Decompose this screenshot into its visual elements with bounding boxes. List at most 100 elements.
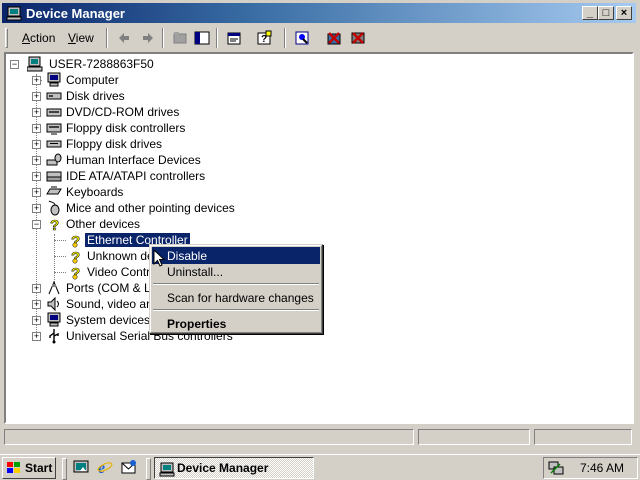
up-folder-icon[interactable] [170, 28, 190, 48]
root-label: USER-7288863F50 [49, 57, 154, 71]
close-button[interactable]: × [616, 6, 632, 20]
device-manager-icon [159, 462, 175, 477]
tree-item-label: System devices [66, 313, 151, 327]
status-panel-3 [534, 429, 632, 445]
tree-root[interactable]: − USER-7288863F50 [10, 56, 210, 72]
taskbar-button-device-manager[interactable]: Device Manager [154, 457, 314, 479]
tree-item-mice[interactable]: + Mice and other pointing devices [28, 200, 248, 216]
disable-icon[interactable] [348, 28, 368, 48]
status-panel-2 [418, 429, 530, 445]
expand-toggle[interactable]: + [32, 188, 41, 197]
device-tree[interactable]: − USER-7288863F50 + Computer + Disk driv… [4, 52, 634, 424]
menu-item-disable[interactable]: Disable [152, 247, 320, 264]
forward-arrow-icon[interactable] [138, 28, 158, 48]
toolbar-grip[interactable] [5, 28, 8, 48]
warning-device-icon: ? [71, 233, 81, 248]
outlook-express-icon[interactable] [121, 459, 137, 475]
device-manager-window: Device Manager _ □ × Action View ? − USE… [0, 0, 640, 452]
toolbar: Action View ? [2, 25, 636, 51]
show-hide-tree-icon[interactable] [192, 28, 212, 48]
start-button[interactable]: Start [2, 457, 56, 479]
usb-icon [49, 329, 59, 344]
tree-item-label: Computer [66, 73, 119, 87]
tree-item-label: Floppy disk drives [66, 137, 163, 151]
clock[interactable]: 7:46 AM [580, 461, 624, 475]
start-label: Start [25, 461, 53, 475]
collapse-toggle[interactable]: − [32, 220, 41, 229]
speaker-icon [47, 296, 59, 312]
expand-toggle[interactable]: + [32, 172, 41, 181]
expand-toggle[interactable]: + [32, 300, 41, 309]
tree-item-label: DVD/CD-ROM drives [66, 105, 180, 119]
system-device-icon [47, 312, 61, 327]
window-title: Device Manager [26, 6, 125, 21]
menu-action[interactable]: Action [22, 31, 55, 45]
tree-item-hid[interactable]: + Human Interface Devices [28, 152, 228, 168]
warning-device-icon: ? [71, 265, 81, 280]
expand-toggle[interactable]: + [32, 108, 41, 117]
expand-toggle[interactable]: + [32, 332, 41, 341]
menu-item-uninstall[interactable]: Uninstall... [152, 263, 320, 280]
floppy-controller-icon [46, 123, 62, 135]
tree-item-ide[interactable]: + IDE ATA/ATAPI controllers [28, 168, 228, 184]
expand-toggle[interactable]: + [32, 204, 41, 213]
device-manager-icon [6, 6, 22, 21]
status-panel-main [4, 429, 414, 445]
tree-item-disk-drives[interactable]: + Disk drives [28, 88, 228, 104]
mouse-icon [48, 200, 60, 216]
cdrom-drive-icon [46, 108, 62, 117]
tree-item-dvd-cdrom[interactable]: + DVD/CD-ROM drives [28, 104, 228, 120]
expand-toggle[interactable]: + [32, 156, 41, 165]
tree-item-label: Other devices [66, 217, 141, 231]
tree-item-label: Floppy disk controllers [66, 121, 186, 135]
expand-toggle[interactable]: + [32, 316, 41, 325]
back-arrow-icon[interactable] [114, 28, 134, 48]
tree-item-label: Keyboards [66, 185, 124, 199]
expand-toggle[interactable]: + [32, 92, 41, 101]
computer-icon [47, 72, 61, 87]
unknown-device-icon: ? [50, 217, 60, 232]
menu-view[interactable]: View [68, 31, 94, 45]
hid-icon [46, 153, 62, 166]
help-icon[interactable]: ? [254, 28, 274, 48]
title-bar[interactable]: Device Manager _ □ × [2, 3, 636, 23]
tree-item-computer[interactable]: + Computer [28, 72, 228, 88]
expand-toggle[interactable]: + [32, 124, 41, 133]
tree-item-floppy-controllers[interactable]: + Floppy disk controllers [28, 120, 228, 136]
tree-item-label: IDE ATA/ATAPI controllers [66, 169, 206, 183]
taskbar: Start e Device Manager 7:46 AM [0, 454, 640, 480]
uninstall-icon[interactable] [324, 28, 344, 48]
minimize-button[interactable]: _ [582, 6, 598, 20]
expand-toggle[interactable]: + [32, 284, 41, 293]
computer-icon [27, 56, 43, 72]
tree-item-other-devices[interactable]: − ? Other devices [28, 216, 228, 232]
ide-controller-icon [46, 171, 62, 182]
context-menu: Disable Uninstall... Scan for hardware c… [149, 244, 323, 334]
menu-item-scan-hardware[interactable]: Scan for hardware changes [152, 289, 320, 306]
collapse-toggle[interactable]: − [10, 60, 19, 69]
network-icon[interactable] [548, 460, 564, 476]
tree-item-label: Mice and other pointing devices [66, 201, 235, 215]
tree-item-label: Disk drives [66, 89, 125, 103]
show-desktop-icon[interactable] [73, 459, 89, 475]
status-bar [2, 428, 636, 446]
properties-icon[interactable] [224, 28, 244, 48]
menu-item-properties[interactable]: Properties [152, 315, 320, 332]
svg-text:?: ? [50, 217, 59, 232]
warning-device-icon: ? [71, 249, 81, 264]
windows-logo-icon [7, 462, 20, 473]
system-tray: 7:46 AM [543, 457, 638, 479]
expand-toggle[interactable]: + [32, 140, 41, 149]
port-icon [48, 280, 60, 295]
floppy-drive-icon [46, 140, 62, 148]
disk-drive-icon [46, 92, 62, 100]
taskbar-button-label: Device Manager [177, 461, 269, 475]
scan-hardware-icon[interactable] [292, 28, 312, 48]
maximize-button[interactable]: □ [598, 6, 614, 20]
expand-toggle[interactable]: + [32, 76, 41, 85]
tree-item-keyboards[interactable]: + Keyboards [28, 184, 228, 200]
internet-explorer-icon[interactable]: e [97, 459, 113, 475]
tree-item-floppy-drives[interactable]: + Floppy disk drives [28, 136, 228, 152]
tree-item-label: Human Interface Devices [66, 153, 201, 167]
mouse-cursor-icon [153, 249, 165, 267]
